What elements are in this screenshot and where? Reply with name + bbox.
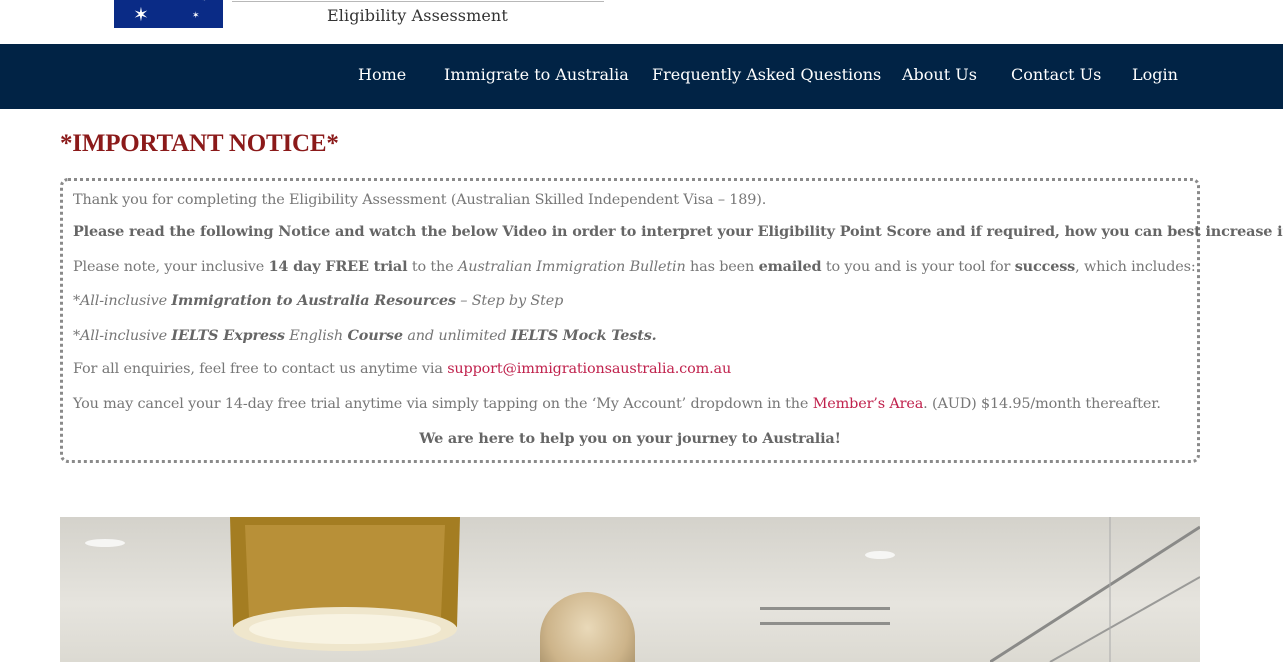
trial-text: has been: [685, 259, 759, 275]
ielts-text: and unlimited: [402, 328, 511, 344]
enquiries-text: For all enquiries, feel free to contact …: [73, 361, 448, 377]
resources-text: *All-inclusive: [73, 293, 172, 309]
australian-flag-logo[interactable]: ✶ ✶ ✶: [114, 0, 223, 28]
trial-text: to the: [407, 259, 458, 275]
course-bold: Course: [347, 327, 403, 344]
notice-closing: We are here to help you on your journey …: [419, 430, 841, 447]
notice-line-enquiries: For all enquiries, feel free to contact …: [73, 361, 731, 377]
video-player[interactable]: [60, 517, 1200, 662]
nav-contact-us[interactable]: Contact Us: [1011, 65, 1101, 84]
ceiling-panel-line: [760, 607, 890, 610]
nav-login[interactable]: Login: [1132, 65, 1178, 84]
mock-tests-bold: IELTS Mock Tests.: [510, 327, 657, 344]
logo-divider: [232, 1, 604, 2]
bulletin-name: Australian Immigration Bulletin: [457, 259, 686, 275]
site-header: ✶ ✶ ✶ Eligibility Assessment: [0, 0, 1283, 44]
notice-line-thank-you: Thank you for completing the Eligibility…: [73, 192, 767, 208]
ielts-bold: IELTS Express: [171, 327, 285, 344]
notice-line-trial: Please note, your inclusive 14 day FREE …: [73, 258, 1196, 275]
flag-star-icon: ✶: [133, 4, 149, 26]
ielts-text: English: [284, 328, 348, 344]
nav-about-us[interactable]: About Us: [902, 65, 977, 84]
success-bold: success: [1014, 258, 1076, 275]
glass-wall: [990, 517, 1200, 662]
nav-home[interactable]: Home: [358, 65, 406, 84]
cancel-text: You may cancel your 14-day free trial an…: [73, 396, 813, 412]
support-email-link[interactable]: support@immigrationsaustralia.com.au: [447, 361, 731, 377]
pendant-lamp: [230, 517, 460, 651]
emailed-bold: emailed: [758, 258, 822, 275]
nav-immigrate-to-australia[interactable]: Immigrate to Australia: [444, 65, 629, 84]
trial-text: to you and is your tool for: [821, 259, 1015, 275]
trial-bold: 14 day FREE trial: [268, 258, 408, 275]
logo-subtitle: Eligibility Assessment: [327, 6, 508, 25]
presenter-head: [540, 592, 635, 662]
trial-text: , which includes:: [1075, 259, 1196, 275]
main-navigation: Home Immigrate to Australia Frequently A…: [0, 44, 1283, 109]
flag-star-icon: ✶: [192, 11, 200, 21]
ceiling-light: [865, 551, 895, 559]
notice-line-ielts: *All-inclusive IELTS Express English Cou…: [73, 327, 657, 344]
notice-line-cancel: You may cancel your 14-day free trial an…: [73, 396, 1161, 412]
ceiling-panel-line: [760, 622, 890, 625]
nav-faq[interactable]: Frequently Asked Questions: [652, 65, 881, 84]
ceiling-light: [85, 539, 125, 547]
notice-title: *IMPORTANT NOTICE*: [60, 130, 339, 157]
notice-box: [60, 178, 1200, 463]
instructions-text: Please read the following Notice and wat…: [73, 223, 1283, 240]
trial-text: Please note, your inclusive: [73, 259, 269, 275]
cancel-text: . (AUD) $14.95/month thereafter.: [923, 396, 1161, 412]
resources-bold: Immigration to Australia Resources: [171, 292, 456, 309]
notice-line-instructions: Please read the following Notice and wat…: [73, 223, 1283, 240]
notice-line-resources: *All-inclusive Immigration to Australia …: [73, 292, 563, 309]
resources-text: – Step by Step: [455, 293, 564, 309]
members-area-link[interactable]: Member’s Area: [813, 396, 924, 412]
ielts-text: *All-inclusive: [73, 328, 172, 344]
flag-star-icon: ✶: [202, 0, 207, 3]
